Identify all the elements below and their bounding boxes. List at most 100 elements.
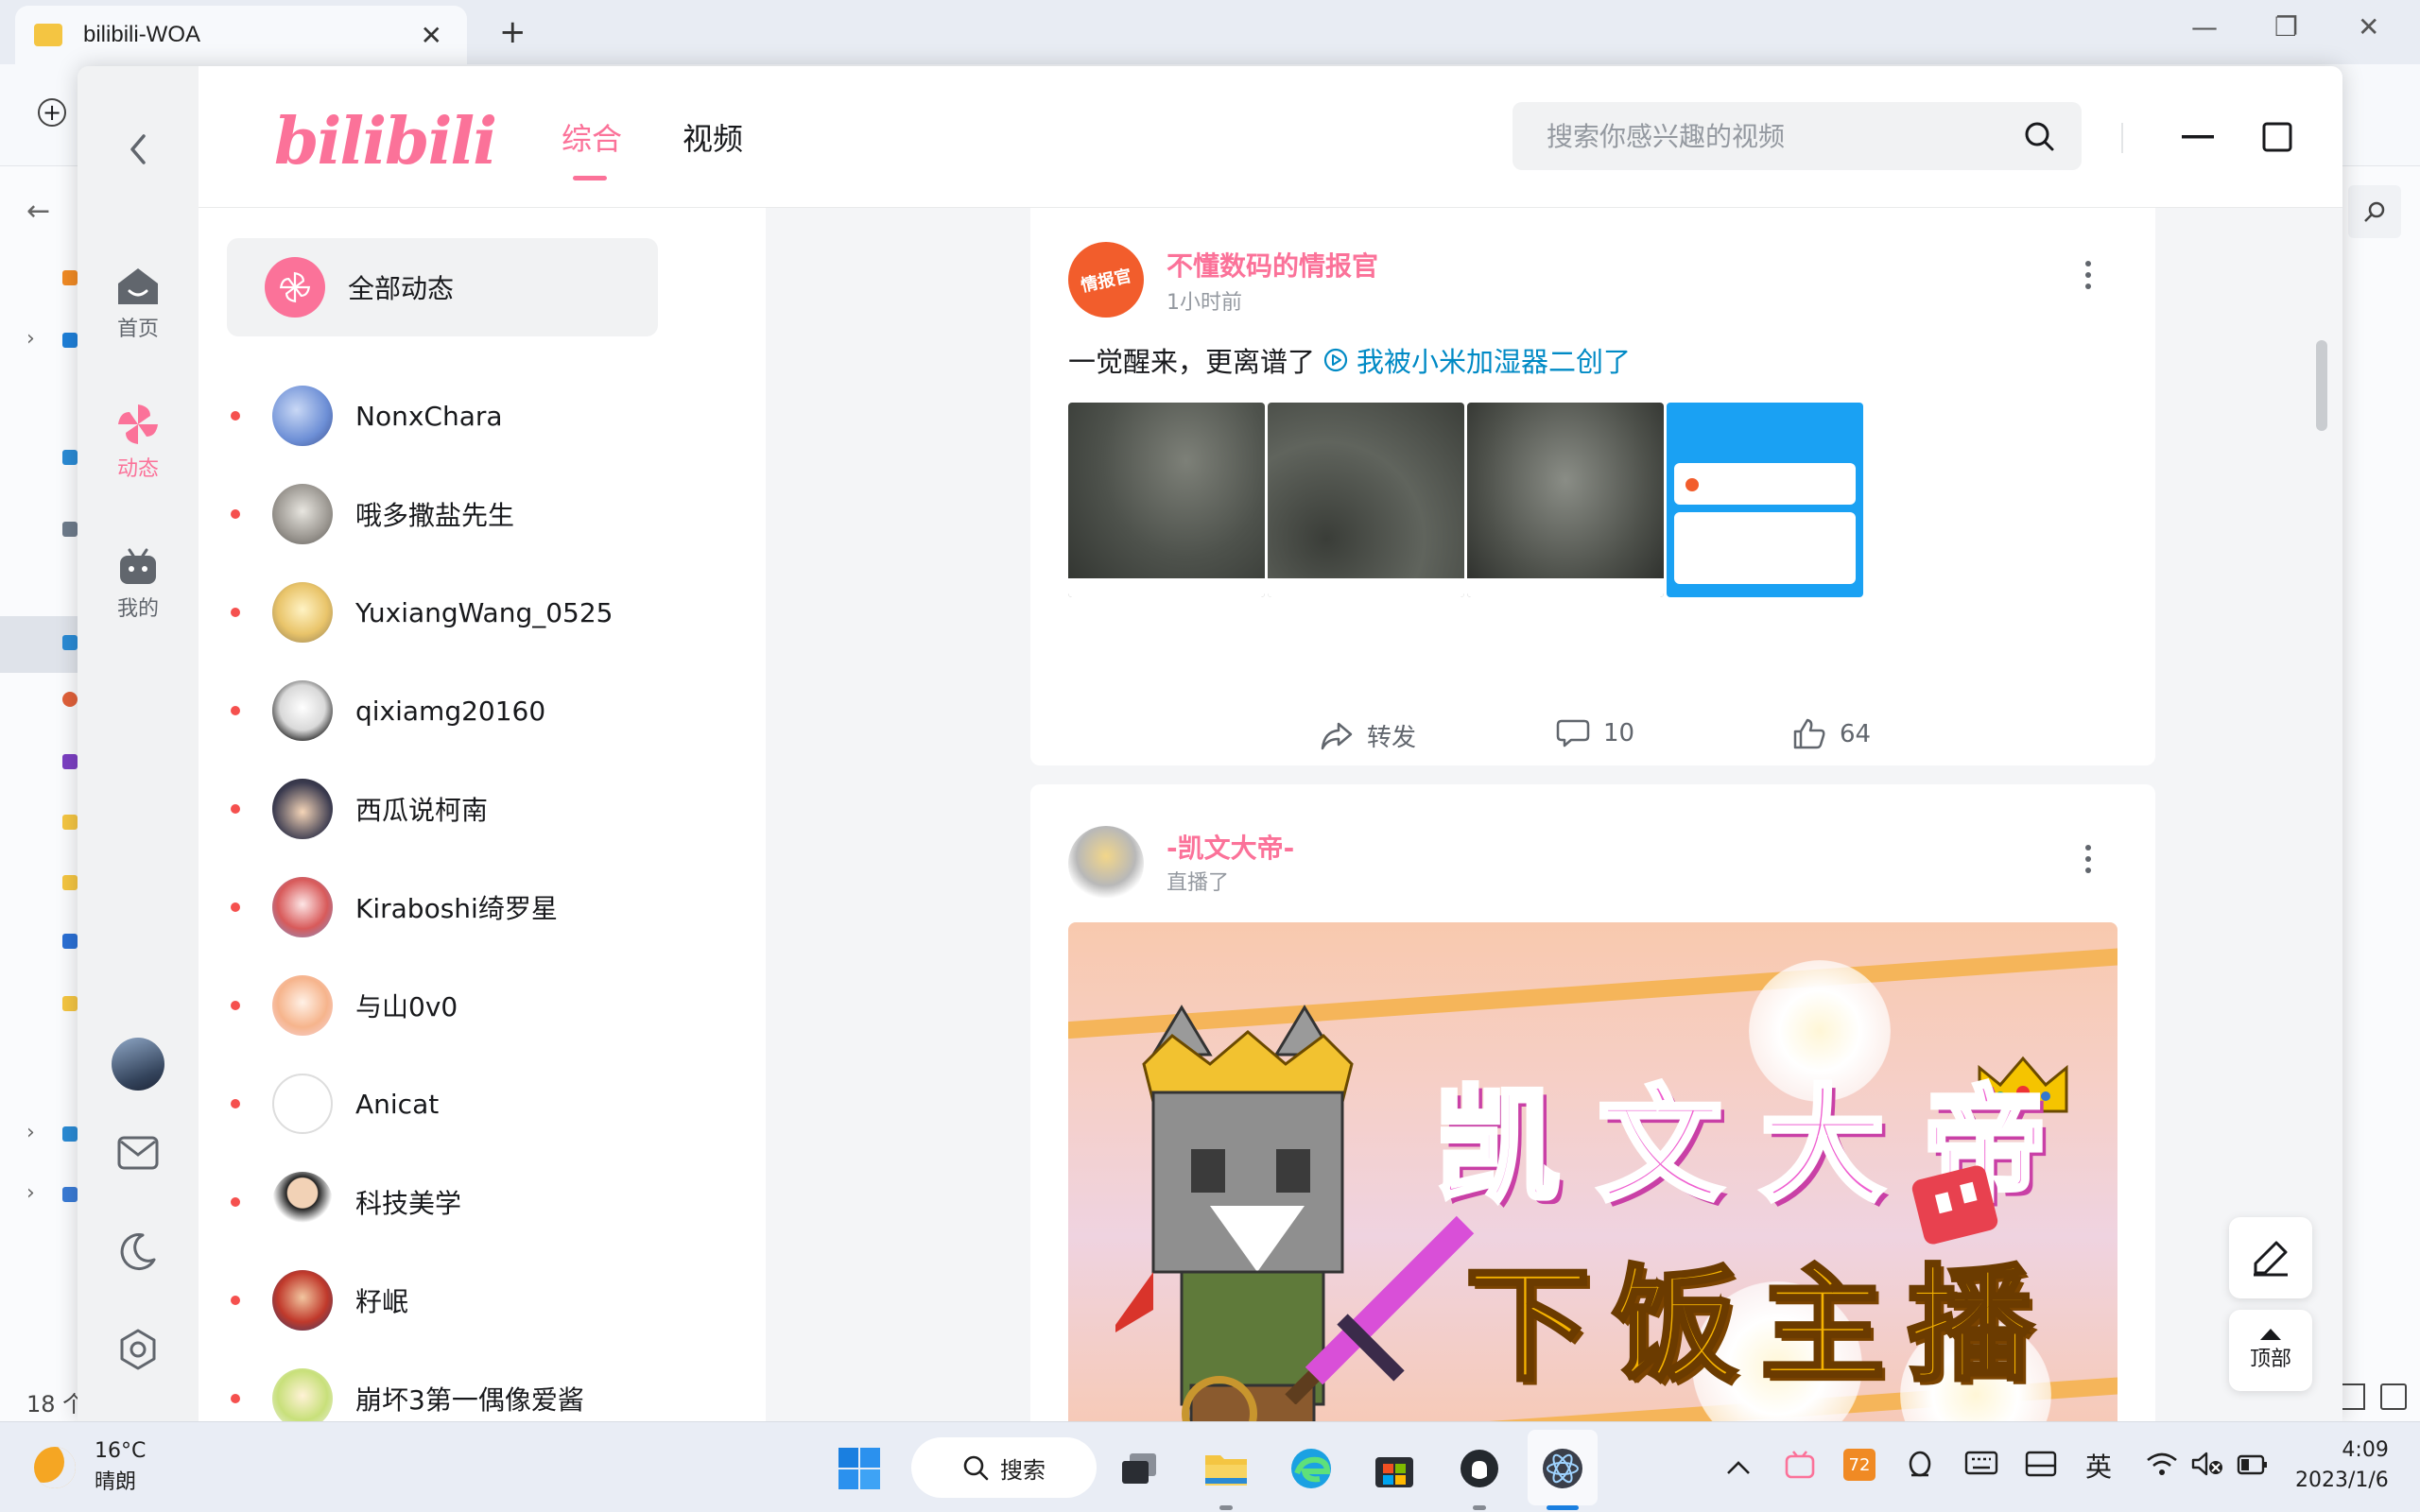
background-tab-bar: bilibili-WOA ✕ + — ❐ ✕: [0, 0, 2420, 64]
messages-button[interactable]: [106, 1121, 170, 1185]
rail-item-mine[interactable]: 我的: [78, 548, 199, 622]
up-item[interactable]: 哦多撒盐先生: [199, 465, 766, 563]
like-count: 64: [1840, 720, 1872, 748]
close-button[interactable]: [2333, 113, 2342, 161]
up-item[interactable]: 与山0v0: [199, 956, 766, 1055]
search-icon[interactable]: [2023, 120, 2055, 152]
forward-button[interactable]: 转发: [1320, 718, 1416, 753]
settings-button[interactable]: [106, 1317, 170, 1382]
moon-icon: [120, 1233, 156, 1271]
author-avatar[interactable]: 情报官: [1068, 242, 1144, 318]
search-input[interactable]: [1547, 120, 2023, 152]
close-tab-icon[interactable]: ✕: [421, 20, 442, 51]
tray-keyboard[interactable]: [1964, 1451, 1998, 1482]
like-button[interactable]: 64: [1792, 718, 1871, 750]
chevron-left-icon: [130, 134, 146, 164]
minimize-button[interactable]: [2174, 113, 2221, 161]
user-avatar[interactable]: [112, 1038, 164, 1091]
feed-scrollbar[interactable]: [2316, 340, 2327, 431]
all-dynamics-item[interactable]: 全部动态: [227, 238, 658, 336]
start-button[interactable]: [836, 1445, 883, 1492]
input-method[interactable]: 英: [2085, 1447, 2112, 1485]
up-item[interactable]: 籽岷: [199, 1251, 766, 1349]
rail-item-dynamic[interactable]: 动态: [78, 403, 199, 482]
minimize-icon[interactable]: —: [2191, 11, 2218, 43]
gallery-image[interactable]: [1268, 403, 1464, 597]
back-to-top-button[interactable]: 顶部: [2229, 1310, 2312, 1391]
expand-chevron-icon[interactable]: ›: [26, 1181, 35, 1205]
penguin-icon: [1909, 1451, 1931, 1477]
tiles-view-icon[interactable]: [2380, 1383, 2407, 1410]
up-name: qixiamg20160: [355, 695, 546, 727]
weather-widget[interactable]: 16°C 晴朗: [34, 1439, 146, 1495]
active-tab-indicator: [573, 176, 607, 180]
up-item[interactable]: Kiraboshi绮罗星: [199, 858, 766, 956]
video-link[interactable]: 我被小米加湿器二创了: [1319, 340, 1631, 380]
close-window-icon[interactable]: ✕: [2358, 11, 2379, 43]
up-item[interactable]: 科技美学: [199, 1153, 766, 1251]
up-item[interactable]: YuxiangWang_0525: [199, 563, 766, 662]
github-app-button[interactable]: [1456, 1445, 1503, 1492]
expand-chevron-icon[interactable]: ›: [26, 327, 35, 351]
up-avatar: [272, 582, 333, 643]
background-tab[interactable]: bilibili-WOA ✕: [15, 6, 467, 64]
comment-button[interactable]: 10: [1556, 718, 1634, 748]
show-hidden-icons[interactable]: [1726, 1451, 1751, 1482]
up-item[interactable]: Anicat: [199, 1055, 766, 1153]
up-item[interactable]: qixiamg20160: [199, 662, 766, 760]
up-name: YuxiangWang_0525: [355, 596, 614, 628]
new-tab-button[interactable]: +: [499, 13, 527, 51]
task-view-button[interactable]: [1115, 1445, 1163, 1492]
up-item[interactable]: 西瓜说柯南: [199, 760, 766, 858]
up-avatar: [272, 877, 333, 937]
expand-chevron-icon[interactable]: ›: [26, 1121, 35, 1144]
new-icon[interactable]: +: [38, 98, 66, 127]
maximize-button[interactable]: [2254, 113, 2301, 161]
clock[interactable]: 4:09 2023/1/6: [2295, 1435, 2389, 1496]
up-avatar: [272, 680, 333, 741]
gallery-image[interactable]: [1068, 403, 1265, 597]
back-button[interactable]: [113, 125, 163, 174]
tv-icon: [1785, 1451, 1815, 1479]
author-name[interactable]: 不懂数码的情报官: [1167, 246, 1378, 284]
store-button[interactable]: [1371, 1445, 1418, 1492]
bilibili-woa-button[interactable]: [1539, 1445, 1586, 1492]
settings-icon: [120, 1329, 156, 1370]
weather-temp: 16°C: [95, 1439, 147, 1463]
volume-muted-icon[interactable]: [2191, 1451, 2223, 1484]
author-name[interactable]: -凯文大帝-: [1167, 828, 1294, 866]
battery-icon[interactable]: [2237, 1451, 2269, 1482]
compose-button[interactable]: [2229, 1217, 2312, 1298]
tab-video[interactable]: 视频: [683, 115, 743, 159]
rail-item-home[interactable]: 首页: [78, 266, 199, 342]
clock-time: 4:09: [2342, 1438, 2389, 1462]
file-explorer-button[interactable]: [1202, 1445, 1250, 1492]
theme-toggle-button[interactable]: [106, 1219, 170, 1283]
up-item[interactable]: 崩坏3第一偶像爱酱: [199, 1349, 766, 1421]
author-avatar[interactable]: [1068, 826, 1144, 902]
unread-dot: [231, 608, 240, 617]
tray-badge[interactable]: 72: [1843, 1449, 1876, 1481]
tray-qq[interactable]: [1906, 1451, 1934, 1487]
details-view-icon[interactable]: [2339, 1383, 2365, 1410]
wifi-icon[interactable]: [2146, 1451, 2178, 1484]
tray-display[interactable]: [2025, 1451, 2057, 1484]
bilibili-logo[interactable]: bilibili: [274, 104, 497, 180]
app-header: bilibili 综合 视频: [199, 66, 2342, 208]
up-item[interactable]: NonxChara: [199, 367, 766, 465]
back-arrow-icon[interactable]: ←: [26, 195, 50, 228]
more-options-icon[interactable]: [2085, 845, 2095, 873]
edge-button[interactable]: [1288, 1445, 1335, 1492]
gallery-image[interactable]: [1667, 403, 1863, 597]
search-icon[interactable]: [2348, 185, 2401, 238]
gallery-image[interactable]: [1467, 403, 1664, 597]
more-options-icon[interactable]: [2085, 261, 2095, 289]
taskbar-search[interactable]: 搜索: [911, 1437, 1097, 1498]
feed-card: -凯文大帝- 直播了 凯文大帝 下饭主播: [1030, 784, 2155, 1421]
comment-count: 10: [1603, 719, 1635, 747]
tray-bilibili[interactable]: [1785, 1451, 1815, 1486]
live-cover-image[interactable]: 凯文大帝 下饭主播: [1068, 922, 2118, 1421]
search-icon: [963, 1455, 989, 1481]
tab-comprehensive[interactable]: 综合: [562, 115, 622, 159]
restore-icon[interactable]: ❐: [2274, 11, 2298, 43]
